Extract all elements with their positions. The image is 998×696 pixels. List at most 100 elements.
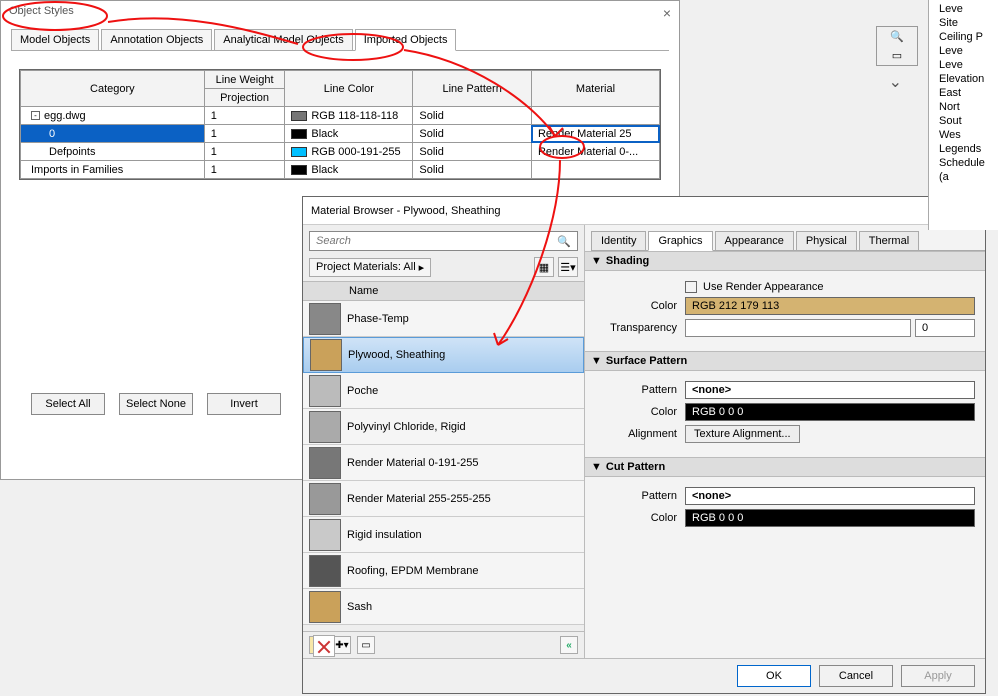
apply-button[interactable]: Apply <box>901 665 975 687</box>
material-cell[interactable]: Render Material 25 <box>531 125 659 143</box>
material-list-item[interactable]: Render Material 0-191-255 <box>303 445 584 481</box>
line-pattern-cell[interactable]: Solid <box>413 143 532 161</box>
tree-item[interactable]: Ceiling P <box>931 30 996 44</box>
line-color-cell[interactable]: RGB 000-191-255 <box>285 143 413 161</box>
no-asset-icon[interactable] <box>313 635 335 657</box>
use-render-appearance-checkbox[interactable] <box>685 281 697 293</box>
tab-imported-objects[interactable]: Imported Objects <box>355 29 457 51</box>
search-icon[interactable]: 🔍 <box>551 235 577 248</box>
material-list-item[interactable]: Roofing, EPDM Membrane <box>303 553 584 589</box>
tree-item[interactable]: Leve <box>931 2 996 16</box>
table-row[interactable]: Defpoints1RGB 000-191-255SolidRender Mat… <box>21 143 660 161</box>
surface-pattern-field[interactable]: <none> <box>685 381 975 399</box>
view-list-icon[interactable]: ☰▾ <box>558 257 578 277</box>
view-icon[interactable]: ▭ <box>892 49 902 62</box>
material-list[interactable]: Phase-TempPlywood, SheathingPochePolyvin… <box>303 301 584 631</box>
view-grid-icon[interactable]: ▦ <box>534 257 554 277</box>
material-list-header[interactable]: Name <box>303 281 584 301</box>
tree-item[interactable]: Leve <box>931 44 996 58</box>
tree-toggle-icon[interactable]: - <box>31 111 40 120</box>
surface-pattern-section-header[interactable]: ▼Surface Pattern <box>585 351 985 371</box>
tab-analytical-model-objects[interactable]: Analytical Model Objects <box>214 29 352 50</box>
projection-cell[interactable]: 1 <box>204 143 285 161</box>
material-cell[interactable] <box>531 161 659 179</box>
cut-pattern-field[interactable]: <none> <box>685 487 975 505</box>
tree-item[interactable]: East <box>931 86 996 100</box>
tab-model-objects[interactable]: Model Objects <box>11 29 99 50</box>
tab-identity[interactable]: Identity <box>591 231 646 250</box>
tab-graphics[interactable]: Graphics <box>648 231 712 251</box>
transparency-value[interactable]: 0 <box>915 319 975 337</box>
line-color-cell[interactable]: RGB 118-118-118 <box>285 107 413 125</box>
chevron-down-icon[interactable]: ⌄ <box>889 72 902 92</box>
material-cell[interactable]: Render Material 0-... <box>531 143 659 161</box>
table-row[interactable]: -egg.dwg 1RGB 118-118-118Solid <box>21 107 660 125</box>
shading-section-header[interactable]: ▼Shading <box>585 251 985 271</box>
tree-item[interactable]: Schedule <box>931 156 996 170</box>
table-row[interactable]: 01BlackSolidRender Material 25 <box>21 125 660 143</box>
alignment-label: Alignment <box>595 428 685 440</box>
project-browser[interactable]: LeveSiteCeiling PLeveLeveElevationEastNo… <box>928 0 998 230</box>
tree-item[interactable]: Wes <box>931 128 996 142</box>
tree-item[interactable]: Nort <box>931 100 996 114</box>
invert-button[interactable]: Invert <box>207 393 281 415</box>
material-search[interactable]: 🔍 <box>309 231 578 251</box>
tree-item[interactable]: Legends <box>931 142 996 156</box>
transparency-slider[interactable] <box>685 319 911 337</box>
material-list-item[interactable]: Sash <box>303 589 584 625</box>
surface-color-field[interactable]: RGB 0 0 0 <box>685 403 975 421</box>
tab-annotation-objects[interactable]: Annotation Objects <box>101 29 212 50</box>
material-list-item[interactable]: Render Material 255-255-255 <box>303 481 584 517</box>
tab-physical[interactable]: Physical <box>796 231 857 250</box>
cut-color-field[interactable]: RGB 0 0 0 <box>685 509 975 527</box>
material-name: Sash <box>347 601 372 613</box>
material-list-item[interactable]: Poche <box>303 373 584 409</box>
line-pattern-cell[interactable]: Solid <box>413 107 532 125</box>
layout-icon[interactable]: ▭ <box>357 636 375 654</box>
zoom-icon[interactable]: 🔍 <box>890 30 904 43</box>
select-all-button[interactable]: Select All <box>31 393 105 415</box>
table-row[interactable]: Imports in Families1BlackSolid <box>21 161 660 179</box>
col-line-weight[interactable]: Line Weight <box>204 71 285 89</box>
projection-cell[interactable]: 1 <box>204 107 285 125</box>
material-list-item[interactable]: Rigid insulation <box>303 517 584 553</box>
col-category[interactable]: Category <box>21 71 205 107</box>
tab-thermal[interactable]: Thermal <box>859 231 919 250</box>
line-color-cell[interactable]: Black <box>285 161 413 179</box>
material-thumbnail <box>309 375 341 407</box>
category-name: egg.dwg <box>44 110 86 122</box>
tab-appearance[interactable]: Appearance <box>715 231 794 250</box>
collapse-icon[interactable]: « <box>560 636 578 654</box>
tree-item[interactable]: Elevation <box>931 72 996 86</box>
ok-button[interactable]: OK <box>737 665 811 687</box>
projection-cell[interactable]: 1 <box>204 125 285 143</box>
close-icon[interactable]: × <box>663 5 671 21</box>
tree-item[interactable]: Site <box>931 16 996 30</box>
new-material-icon[interactable]: ✚▾ <box>333 636 351 654</box>
material-list-item[interactable]: Phase-Temp <box>303 301 584 337</box>
col-projection[interactable]: Projection <box>204 89 285 107</box>
col-line-color[interactable]: Line Color <box>285 71 413 107</box>
material-cell[interactable] <box>531 107 659 125</box>
line-pattern-cell[interactable]: Solid <box>413 125 532 143</box>
tree-item[interactable]: (a <box>931 170 996 184</box>
texture-alignment-button[interactable]: Texture Alignment... <box>685 425 800 443</box>
projection-cell[interactable]: 1 <box>204 161 285 179</box>
tree-item[interactable]: Leve <box>931 58 996 72</box>
line-pattern-cell[interactable]: Solid <box>413 161 532 179</box>
material-browser-titlebar: Material Browser - Plywood, Sheathing ? … <box>303 197 985 225</box>
line-color-cell[interactable]: Black <box>285 125 413 143</box>
select-none-button[interactable]: Select None <box>119 393 193 415</box>
project-materials-filter[interactable]: Project Materials: All ▸ <box>309 258 431 277</box>
search-input[interactable] <box>310 232 551 250</box>
view-control-toolbar[interactable]: 🔍▭ <box>876 26 918 66</box>
material-list-item[interactable]: Plywood, Sheathing <box>303 337 584 373</box>
col-line-pattern[interactable]: Line Pattern <box>413 71 532 107</box>
material-list-item[interactable]: Polyvinyl Chloride, Rigid <box>303 409 584 445</box>
tree-item[interactable]: Sout <box>931 114 996 128</box>
shading-color-field[interactable]: RGB 212 179 113 <box>685 297 975 315</box>
col-material[interactable]: Material <box>531 71 659 107</box>
cut-pattern-section-header[interactable]: ▼Cut Pattern <box>585 457 985 477</box>
cancel-button[interactable]: Cancel <box>819 665 893 687</box>
material-thumbnail <box>309 519 341 551</box>
